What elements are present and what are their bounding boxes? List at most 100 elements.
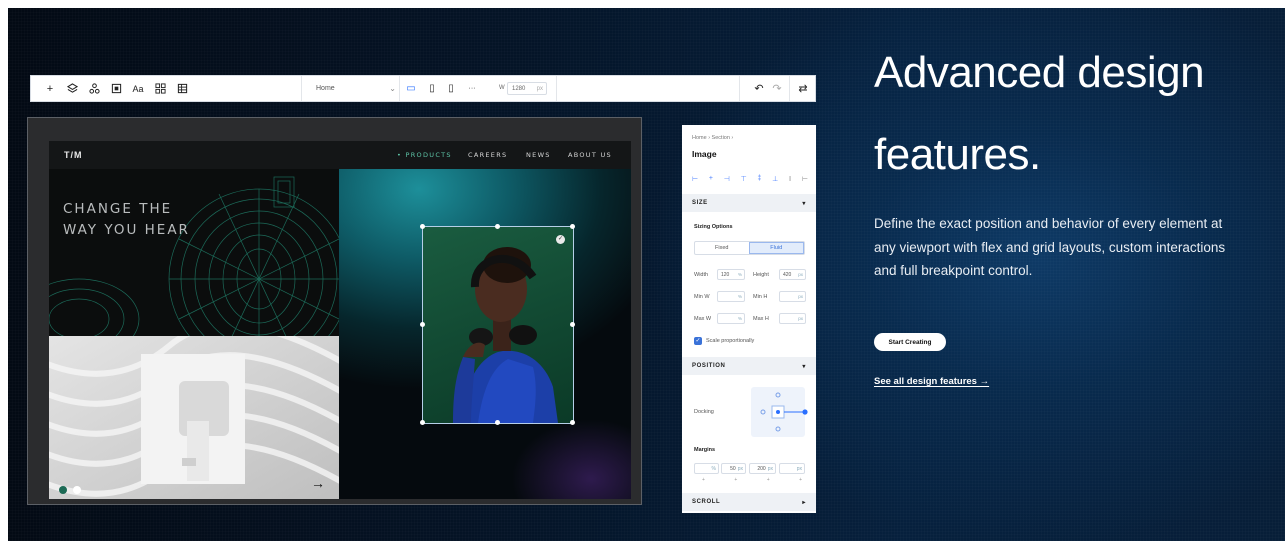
stepper-icon[interactable]: + bbox=[799, 477, 802, 483]
align-right-icon[interactable]: ⊣ bbox=[724, 175, 730, 185]
purple-glow bbox=[511, 419, 631, 499]
feature-description: Define the exact position and behavior o… bbox=[874, 216, 1226, 278]
margin-bottom-field[interactable]: px bbox=[779, 463, 805, 474]
chevron-down-icon: ⌄ bbox=[389, 84, 396, 93]
product-render bbox=[49, 336, 339, 499]
resize-handle[interactable] bbox=[570, 224, 575, 229]
align-bottom-icon[interactable]: ⊥ bbox=[772, 175, 778, 185]
align-left-icon[interactable]: ⊢ bbox=[692, 175, 698, 185]
editor-toolbar: + Aa Home ⌄ ▭ ▯ ▯ ··· W 1280 px ↶ ↷ ⇄ bbox=[30, 75, 816, 102]
margin-right-unit: px bbox=[767, 465, 773, 472]
width-field[interactable]: 120 % bbox=[717, 269, 745, 280]
site-headline: CHANGE THE WAY YOU HEAR bbox=[63, 199, 190, 241]
hero-section: + Aa Home ⌄ ▭ ▯ ▯ ··· W 1280 px ↶ ↷ ⇄ T/… bbox=[8, 8, 1285, 541]
nav-about-us[interactable]: ABOUT US bbox=[568, 151, 612, 159]
desktop-icon[interactable]: ▭ bbox=[404, 81, 418, 96]
scale-checkbox[interactable]: ✓ bbox=[694, 337, 702, 345]
selection-frame[interactable] bbox=[422, 226, 574, 424]
height-field[interactable]: 420 px bbox=[779, 269, 806, 280]
stepper-icon[interactable]: + bbox=[767, 477, 770, 483]
media-icon[interactable] bbox=[107, 80, 125, 98]
site-logo[interactable]: T/M bbox=[64, 150, 83, 160]
inspector-panel: Home › Section › Image ⊢ + ⊣ ⊤ ‡ ⊥ Ⅰ ⊢ S… bbox=[682, 125, 816, 513]
more-icon[interactable]: ··· bbox=[465, 81, 479, 96]
position-section-header[interactable]: POSITION ▾ bbox=[682, 357, 816, 375]
margins-label: Margins bbox=[694, 447, 716, 453]
plus-icon[interactable]: + bbox=[41, 80, 59, 98]
check-badge-icon[interactable]: ✓ bbox=[556, 235, 565, 244]
nav-news[interactable]: NEWS bbox=[526, 151, 551, 159]
max-h-field[interactable]: px bbox=[779, 313, 806, 324]
margin-left-field[interactable]: % bbox=[694, 463, 719, 474]
nav-careers[interactable]: CAREERS bbox=[468, 151, 507, 159]
docking-label: Docking bbox=[694, 409, 714, 415]
fixed-option[interactable]: Fixed bbox=[695, 242, 749, 254]
components-icon[interactable] bbox=[85, 80, 103, 98]
headphones-image[interactable]: CHANGE THE WAY YOU HEAR bbox=[49, 169, 339, 336]
swap-icon[interactable]: ⇄ bbox=[795, 81, 811, 96]
size-section-header[interactable]: SIZE ▾ bbox=[682, 194, 816, 212]
max-h-unit: px bbox=[798, 316, 803, 321]
resize-handle[interactable] bbox=[420, 224, 425, 229]
resize-handle[interactable] bbox=[495, 224, 500, 229]
scroll-section-header[interactable]: SCROLL ▸ bbox=[682, 493, 816, 511]
text-icon[interactable]: Aa bbox=[129, 80, 147, 98]
breadcrumb[interactable]: Home › Section › bbox=[692, 135, 733, 141]
nav-products[interactable]: • PRODUCTS bbox=[397, 151, 452, 159]
min-w-field[interactable]: % bbox=[717, 291, 745, 302]
docking-control[interactable] bbox=[751, 387, 808, 437]
start-creating-button[interactable]: Start Creating bbox=[874, 333, 946, 351]
toolbar-divider bbox=[739, 76, 740, 101]
page-select[interactable]: Home ⌄ bbox=[316, 81, 396, 96]
align-top-icon[interactable]: ⊤ bbox=[741, 175, 747, 185]
toolbar-divider bbox=[789, 76, 790, 101]
max-w-field[interactable]: % bbox=[717, 313, 745, 324]
layers-icon[interactable] bbox=[63, 80, 81, 98]
fluid-option[interactable]: Fluid bbox=[748, 242, 804, 254]
see-all-features-link[interactable]: See all design features → bbox=[874, 376, 989, 387]
caret-down-icon: ▾ bbox=[802, 363, 806, 370]
align-center-icon[interactable]: + bbox=[709, 175, 713, 185]
resize-handle[interactable] bbox=[495, 420, 500, 425]
product-image[interactable] bbox=[49, 336, 339, 499]
width-input[interactable]: 1280 px bbox=[507, 82, 547, 95]
margin-right-field[interactable]: 200 px bbox=[749, 463, 776, 474]
headline-line-1: CHANGE THE bbox=[63, 201, 173, 217]
min-h-label: Min H bbox=[753, 294, 768, 300]
distribute-h-icon[interactable]: ⊢ bbox=[802, 175, 808, 185]
undo-icon[interactable]: ↶ bbox=[751, 81, 767, 96]
redo-icon[interactable]: ↷ bbox=[769, 81, 785, 96]
width-value: 1280 bbox=[512, 85, 526, 92]
margin-top-field[interactable]: 50 px bbox=[721, 463, 746, 474]
height-field-label: Height bbox=[753, 272, 769, 278]
table-icon[interactable] bbox=[173, 80, 191, 98]
slider-dot[interactable] bbox=[73, 486, 82, 494]
width-field-value: 120 bbox=[721, 271, 730, 278]
tablet-icon[interactable]: ▯ bbox=[425, 81, 439, 96]
stepper-icon[interactable]: + bbox=[734, 477, 737, 483]
slider-dot-active[interactable] bbox=[59, 486, 67, 494]
align-middle-icon[interactable]: ‡ bbox=[757, 175, 761, 185]
stepper-icon[interactable]: + bbox=[702, 477, 705, 483]
distribute-v-icon[interactable]: Ⅰ bbox=[789, 175, 791, 185]
resize-handle[interactable] bbox=[420, 420, 425, 425]
min-h-field[interactable]: px bbox=[779, 291, 806, 302]
resize-handle[interactable] bbox=[420, 322, 425, 327]
margin-top-value: 50 bbox=[730, 465, 736, 472]
scroll-section-label: SCROLL bbox=[692, 499, 721, 505]
margin-left-unit: % bbox=[711, 465, 716, 472]
docking-diagram bbox=[760, 392, 808, 432]
editor-canvas: T/M • PRODUCTS CAREERS NEWS ABOUT US CHA… bbox=[27, 117, 642, 505]
resize-handle[interactable] bbox=[570, 420, 575, 425]
portrait-section: ✓ bbox=[339, 169, 631, 499]
position-section-label: POSITION bbox=[692, 363, 726, 369]
next-arrow-icon[interactable]: → bbox=[311, 475, 325, 491]
resize-handle[interactable] bbox=[570, 322, 575, 327]
max-w-unit: % bbox=[737, 316, 742, 321]
toolbar-divider bbox=[301, 76, 302, 101]
slider-dots bbox=[59, 481, 83, 499]
mobile-icon[interactable]: ▯ bbox=[444, 81, 458, 96]
max-h-label: Max H bbox=[753, 316, 769, 322]
wireframe-headphones bbox=[49, 176, 339, 336]
apps-icon[interactable] bbox=[151, 80, 169, 98]
